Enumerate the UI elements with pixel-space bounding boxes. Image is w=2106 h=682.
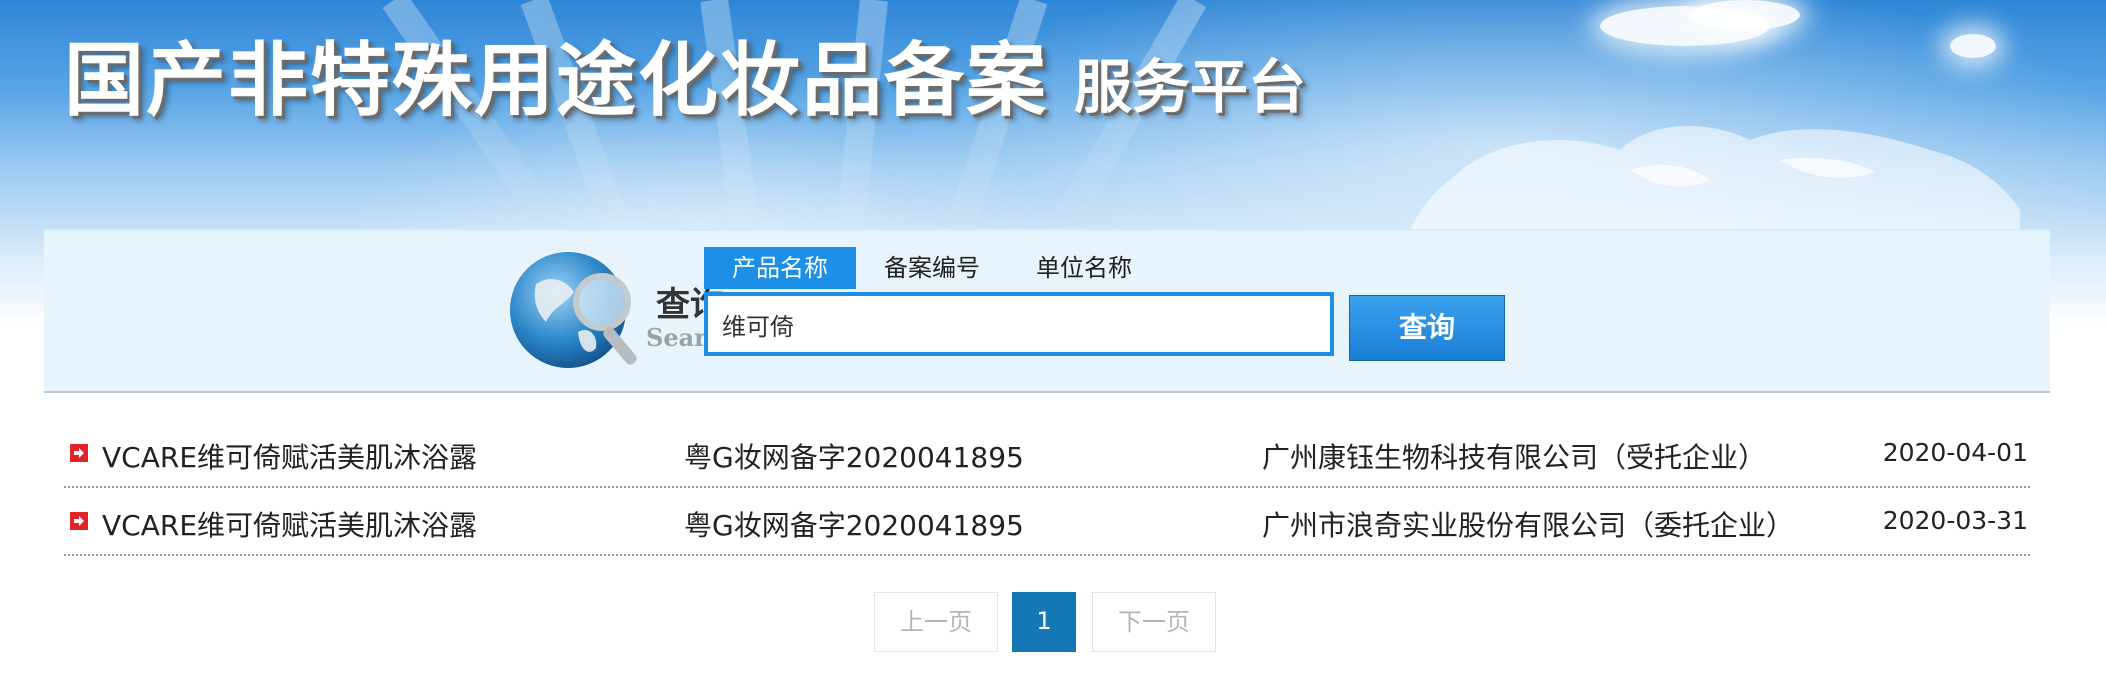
search-input-wrapper: [704, 292, 1334, 356]
result-product-link[interactable]: VCARE维可倚赋活美肌沐浴露: [102, 436, 477, 476]
result-company: 广州康钰生物科技有限公司（受托企业）: [1262, 441, 1767, 474]
arrow-bullet-icon: [70, 512, 88, 530]
result-company: 广州市浪奇实业股份有限公司（委托企业）: [1262, 509, 1795, 542]
search-type-tabs: 产品名称 备案编号 单位名称: [704, 247, 1160, 289]
globe-search-icon: [510, 252, 637, 368]
prev-page-button[interactable]: 上一页: [874, 592, 998, 652]
tab-product-name[interactable]: 产品名称: [704, 247, 856, 289]
search-panel: 查询 Search 产品名称 备案编号 单位名称 查询: [44, 229, 2050, 393]
world-map-graphic: [1410, 126, 2020, 230]
site-title-sub: 服务平台: [1074, 53, 1307, 121]
results-list: VCARE维可倚赋活美肌沐浴露 粤G妆网备字2020041895 广州康钰生物科…: [64, 420, 2030, 556]
site-title: 国产非特殊用途化妆品备案 服务平台: [64, 40, 1306, 120]
result-product-link[interactable]: VCARE维可倚赋活美肌沐浴露: [102, 504, 477, 544]
next-page-button[interactable]: 下一页: [1092, 592, 1216, 652]
result-row[interactable]: VCARE维可倚赋活美肌沐浴露 粤G妆网备字2020041895 广州市浪奇实业…: [64, 488, 2030, 556]
result-date: 2020-04-01: [1882, 438, 2028, 467]
current-page-button[interactable]: 1: [1012, 592, 1076, 652]
cloud-decoration: [1690, 0, 1800, 30]
arrow-bullet-icon: [70, 444, 88, 462]
cloud-decoration: [1950, 34, 1996, 58]
site-title-main: 国产非特殊用途化妆品备案: [64, 33, 1048, 127]
search-input[interactable]: [708, 296, 1330, 352]
tab-registration-number[interactable]: 备案编号: [856, 247, 1008, 289]
result-registration-number: 粤G妆网备字2020041895: [684, 509, 1024, 542]
result-registration-number: 粤G妆网备字2020041895: [684, 441, 1024, 474]
tab-company-name[interactable]: 单位名称: [1008, 247, 1160, 289]
result-row[interactable]: VCARE维可倚赋活美肌沐浴露 粤G妆网备字2020041895 广州康钰生物科…: [64, 420, 2030, 488]
result-date: 2020-03-31: [1882, 506, 2028, 535]
pagination: 上一页 1 下一页: [874, 592, 1216, 652]
search-button[interactable]: 查询: [1349, 295, 1505, 361]
